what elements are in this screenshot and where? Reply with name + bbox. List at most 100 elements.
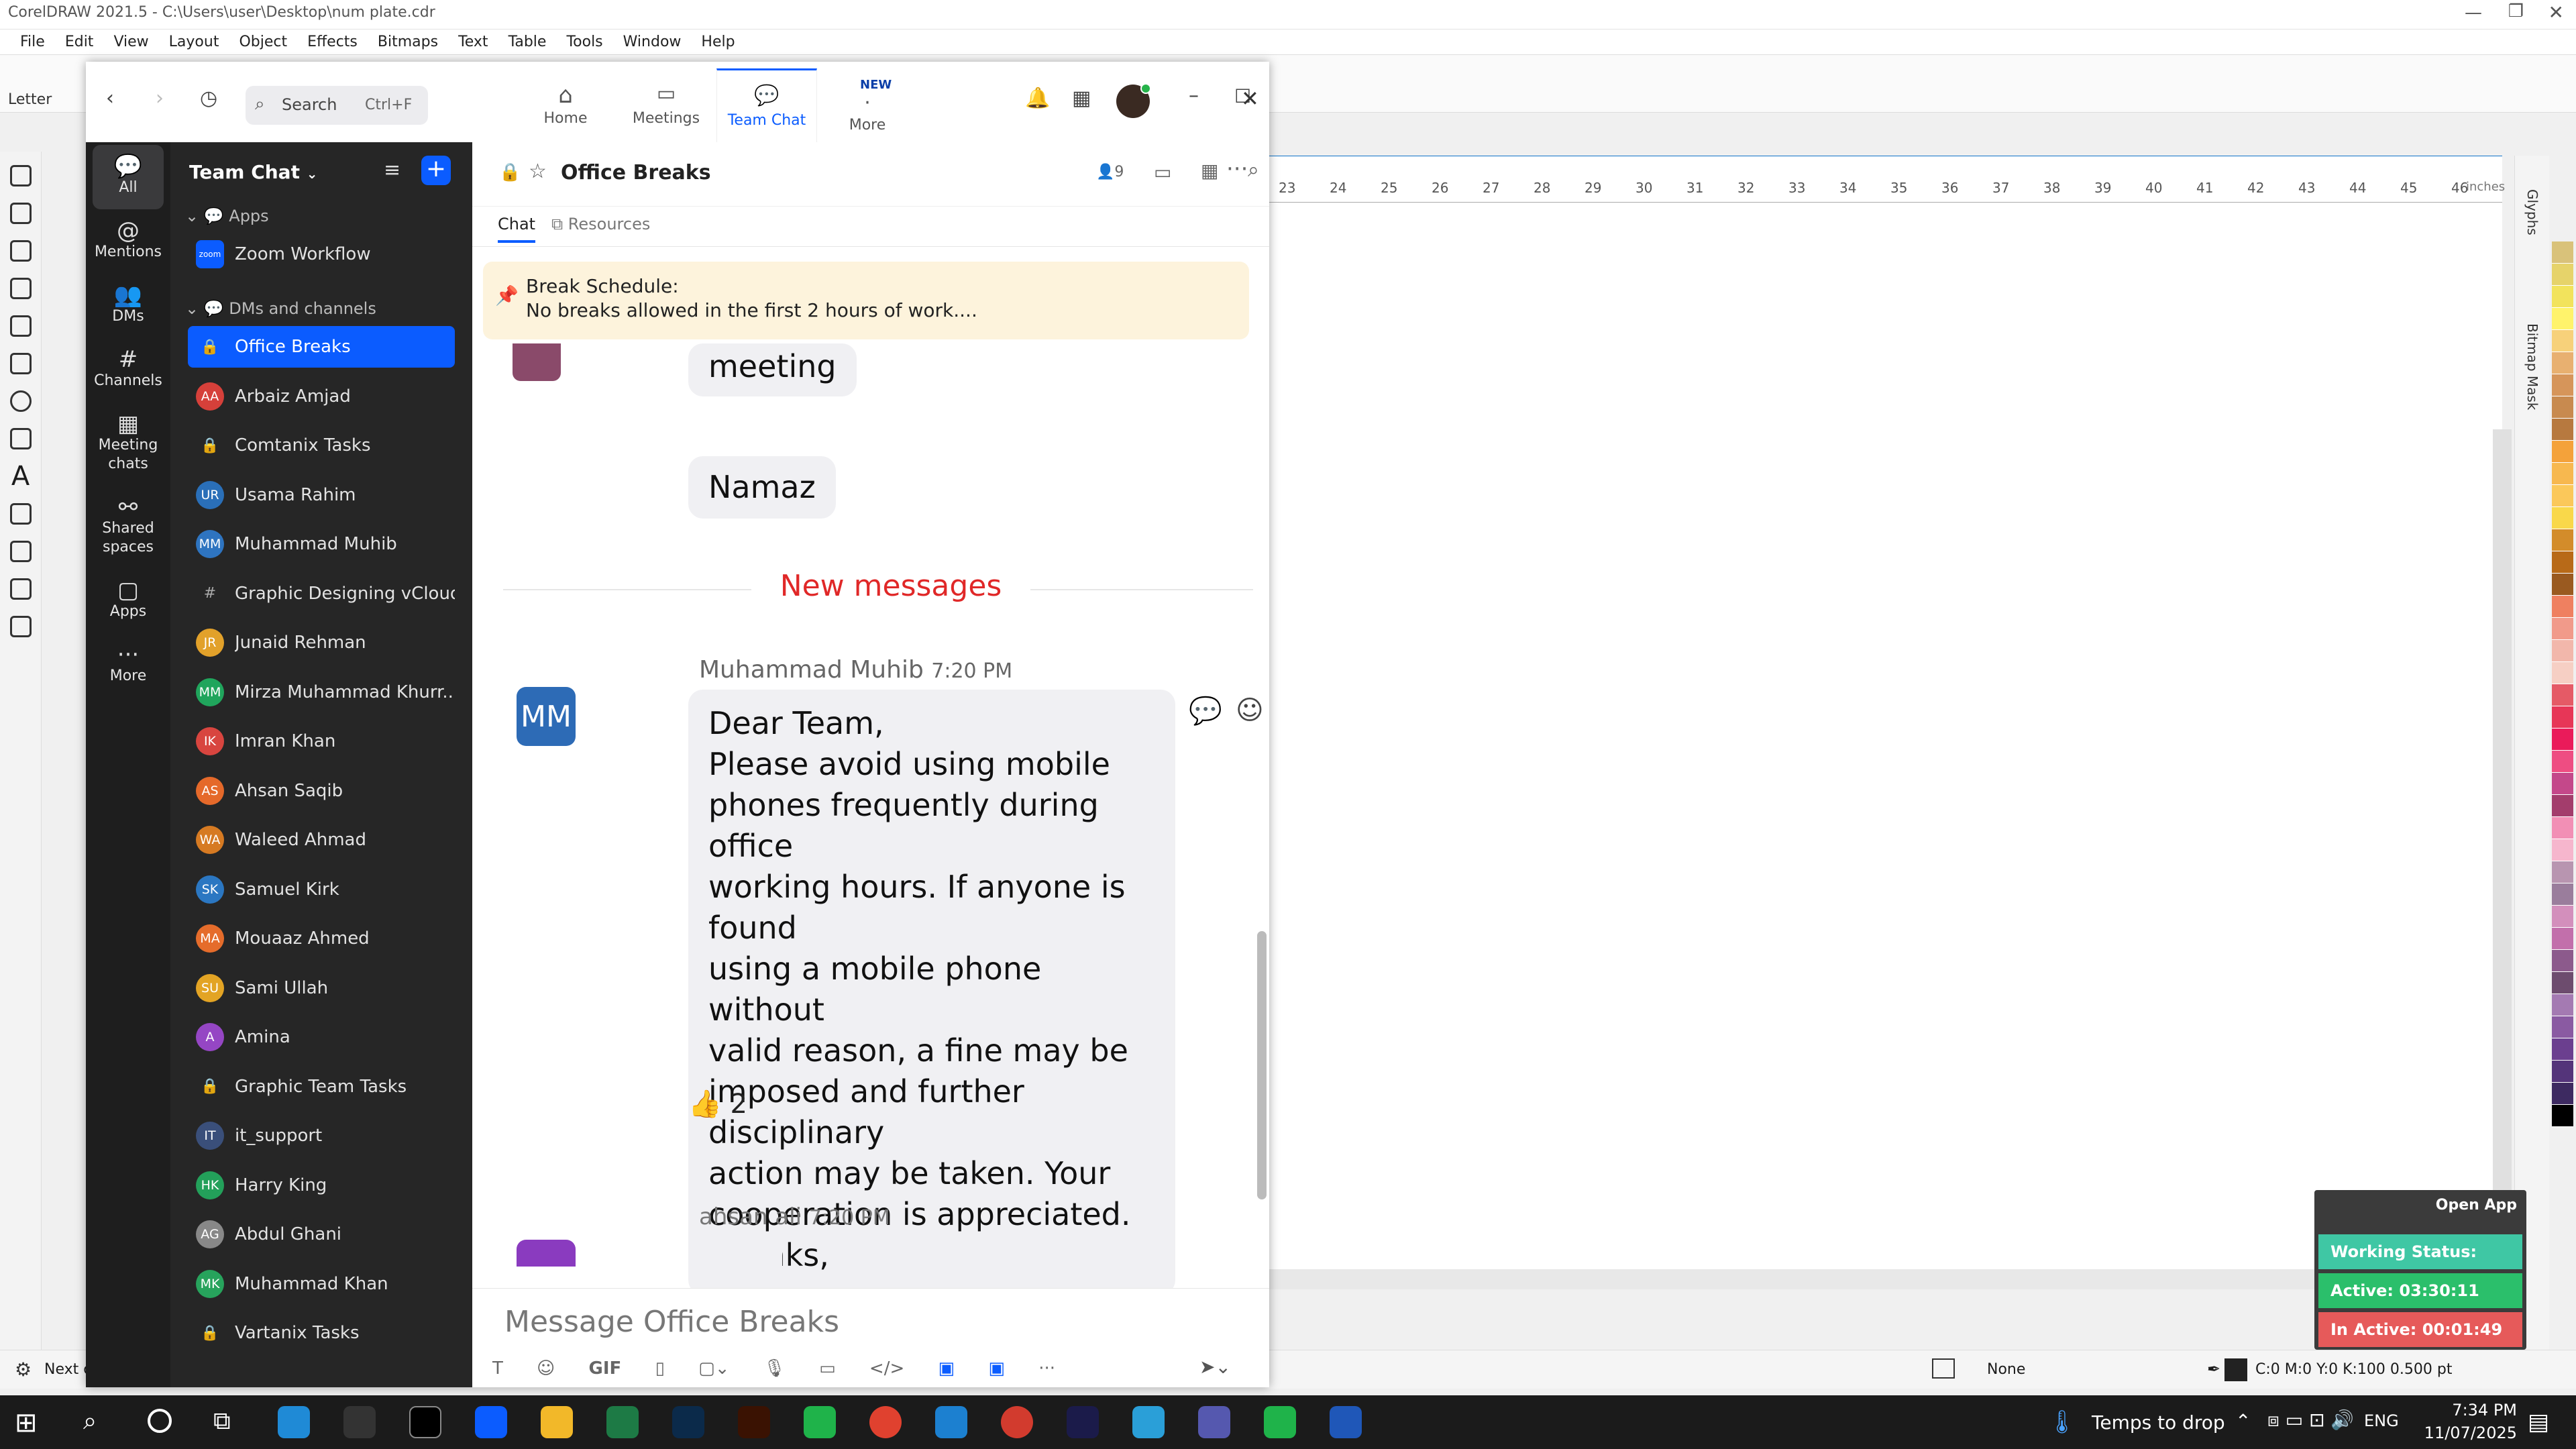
sender-name[interactable]: ahsan ali bbox=[699, 1203, 802, 1230]
chrome-icon[interactable] bbox=[869, 1406, 902, 1438]
gear-icon[interactable]: ⚙ bbox=[15, 1358, 32, 1381]
sidebar-item[interactable]: A Amina bbox=[188, 1016, 455, 1058]
palette-swatch[interactable] bbox=[2552, 264, 2573, 286]
palette-swatch[interactable] bbox=[2552, 618, 2573, 640]
palette-swatch[interactable] bbox=[2552, 1038, 2573, 1061]
photoshop-icon[interactable] bbox=[672, 1406, 704, 1438]
sidebar-item[interactable]: MM Mirza Muhammad Khurr... bbox=[188, 672, 455, 713]
chevron-up-icon[interactable]: ⌃ bbox=[2235, 1410, 2251, 1432]
palette-swatch[interactable] bbox=[2552, 1105, 2573, 1127]
scrollbar-thumb[interactable] bbox=[1257, 931, 1267, 1199]
paper-size[interactable]: Letter bbox=[8, 91, 52, 108]
coreldraw-2-icon[interactable] bbox=[1264, 1406, 1296, 1438]
sidebar-item[interactable]: MM Muhammad Muhib bbox=[188, 523, 455, 565]
add-button[interactable]: + bbox=[421, 156, 451, 185]
format-text-icon[interactable]: T bbox=[492, 1358, 503, 1379]
tab-resources[interactable]: ⧉ Resources bbox=[551, 215, 650, 233]
clock-date[interactable]: 11/07/2025 bbox=[2423, 1424, 2517, 1442]
sidebar-item[interactable]: 🔒 Vartanix Tasks bbox=[188, 1312, 455, 1354]
palette-swatch[interactable] bbox=[2552, 729, 2573, 751]
palette-swatch[interactable] bbox=[2552, 906, 2573, 928]
notifications-icon[interactable]: ▤ bbox=[2528, 1409, 2549, 1436]
palette-swatch[interactable] bbox=[2552, 419, 2573, 441]
tab-chat[interactable]: Chat bbox=[498, 215, 536, 243]
illustrator-icon[interactable] bbox=[738, 1406, 770, 1438]
menu-item-tools[interactable]: Tools bbox=[566, 34, 602, 50]
restore-icon[interactable]: ❐ bbox=[2508, 1, 2524, 21]
rail-item-apps[interactable]: ▢ Apps bbox=[86, 569, 170, 633]
clock-time[interactable]: 7:34 PM bbox=[2423, 1401, 2517, 1419]
sender-avatar[interactable] bbox=[517, 1240, 576, 1267]
rail-item-more[interactable]: ··· More bbox=[86, 633, 170, 698]
palette-swatch[interactable] bbox=[2552, 839, 2573, 861]
sidebar-item[interactable]: HK Harry King bbox=[188, 1165, 455, 1206]
search-icon[interactable]: ⌕ bbox=[83, 1407, 97, 1436]
palette-swatch[interactable] bbox=[2552, 928, 2573, 950]
palette-swatch[interactable] bbox=[2552, 950, 2573, 972]
menu-item-view[interactable]: View bbox=[113, 34, 148, 50]
excel-icon[interactable] bbox=[606, 1406, 639, 1438]
shape-tool-icon[interactable] bbox=[9, 203, 32, 224]
tab-more[interactable]: NEW · More bbox=[817, 68, 918, 142]
rail-item-dms[interactable]: 👥 DMs bbox=[86, 274, 170, 338]
sender-name[interactable]: Muhammad Muhib bbox=[699, 656, 924, 684]
forward-arrow-icon[interactable]: › bbox=[156, 89, 164, 109]
mic-icon[interactable]: 🎙 bbox=[763, 1358, 786, 1379]
close-icon[interactable]: ✕ bbox=[1241, 86, 1259, 111]
sidebar-item[interactable]: AA Arbaiz Amjad bbox=[188, 376, 455, 417]
sidebar-item[interactable]: MK Muhammad Khan bbox=[188, 1263, 455, 1305]
sidebar-item[interactable]: WA Waleed Ahmad bbox=[188, 819, 455, 861]
rectangle-tool-icon[interactable] bbox=[9, 353, 32, 374]
menu-item-edit[interactable]: Edit bbox=[65, 34, 94, 50]
palette-swatch[interactable] bbox=[2552, 640, 2573, 662]
palette-swatch[interactable] bbox=[2552, 441, 2573, 463]
sidebar-item[interactable]: UR Usama Rahim bbox=[188, 474, 455, 516]
premiere-icon[interactable] bbox=[1067, 1406, 1099, 1438]
cortana-icon[interactable] bbox=[148, 1409, 172, 1433]
pinned-message[interactable]: 📌 Break Schedule: No breaks allowed in t… bbox=[483, 262, 1249, 339]
palette-swatch[interactable] bbox=[2552, 883, 2573, 906]
rail-item-channels[interactable]: # Channels bbox=[86, 338, 170, 402]
chrome-profile-icon[interactable] bbox=[1001, 1406, 1033, 1438]
palette-swatch[interactable] bbox=[2552, 795, 2573, 817]
drawing-canvas[interactable] bbox=[1268, 156, 2502, 1269]
shadow-tool-icon[interactable] bbox=[9, 541, 32, 562]
edge-icon[interactable] bbox=[278, 1406, 310, 1438]
palette-swatch[interactable] bbox=[2552, 308, 2573, 330]
rail-item-meeting-chats[interactable]: ▦ Meeting chats bbox=[86, 402, 170, 486]
bitmap-mask-tab[interactable]: Bitmap Mask bbox=[2524, 323, 2540, 410]
pick-tool-icon[interactable] bbox=[9, 165, 32, 186]
filter-icon[interactable]: ≡ bbox=[384, 158, 400, 182]
sidebar-item[interactable]: 🔒 Office Breaks bbox=[188, 326, 455, 368]
ellipsis-icon[interactable]: ··· bbox=[1226, 156, 1248, 182]
sender-avatar[interactable]: MM bbox=[517, 687, 576, 746]
zoom-taskbar-icon[interactable] bbox=[475, 1406, 507, 1438]
ellipse-tool-icon[interactable] bbox=[9, 390, 32, 412]
palette-swatch[interactable] bbox=[2552, 662, 2573, 684]
palette-swatch[interactable] bbox=[2552, 1016, 2573, 1038]
rail-item-shared-spaces[interactable]: ⚯ Shared spaces bbox=[86, 486, 170, 569]
coreldraw-icon[interactable] bbox=[804, 1406, 836, 1438]
sidebar-item[interactable]: IK Imran Khan bbox=[188, 720, 455, 762]
sidebar-item[interactable]: MA Mouaaz Ahmed bbox=[188, 918, 455, 959]
rail-item-all[interactable]: 💬 All bbox=[93, 145, 164, 209]
vertical-scrollbar[interactable] bbox=[2493, 429, 2512, 1268]
palette-swatch[interactable] bbox=[2552, 330, 2573, 352]
freehand-tool-icon[interactable] bbox=[9, 315, 32, 337]
code-icon[interactable]: </> bbox=[869, 1358, 904, 1379]
menu-item-bitmaps[interactable]: Bitmaps bbox=[378, 34, 438, 50]
sidebar-item[interactable]: 🔒 Comtanix Tasks bbox=[188, 425, 455, 466]
sidebar-item[interactable]: SU Sami Ullah bbox=[188, 967, 455, 1009]
palette-swatch[interactable] bbox=[2552, 817, 2573, 839]
section-apps[interactable]: ⌄ 💬 Apps bbox=[185, 207, 269, 225]
gif-button[interactable]: GIF bbox=[589, 1358, 622, 1379]
palette-swatch[interactable] bbox=[2552, 596, 2573, 618]
glyphs-tab[interactable]: Glyphs bbox=[2524, 189, 2540, 235]
tab-home[interactable]: ⌂ Home bbox=[515, 68, 616, 142]
menu-item-help[interactable]: Help bbox=[701, 34, 735, 50]
send-icon[interactable]: ➤⌄ bbox=[1199, 1356, 1231, 1378]
weather-text[interactable]: Temps to drop bbox=[2092, 1411, 2225, 1434]
palette-swatch[interactable] bbox=[2552, 485, 2573, 507]
sidebar-item[interactable]: SK Samuel Kirk bbox=[188, 869, 455, 910]
eyedropper-tool-icon[interactable] bbox=[9, 578, 32, 600]
